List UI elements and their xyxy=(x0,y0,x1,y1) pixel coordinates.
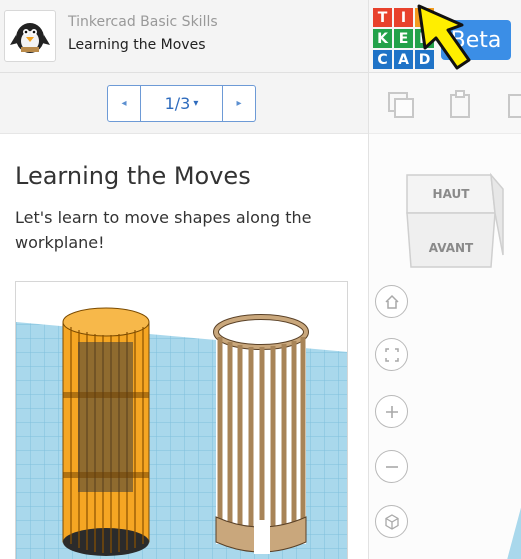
lesson-name: Learning the Moves xyxy=(68,37,206,53)
fit-view-button[interactable] xyxy=(375,338,408,371)
chevron-left-icon: ◂ xyxy=(121,98,127,109)
logo-letter: I xyxy=(394,8,413,27)
logo-letter: A xyxy=(394,50,413,69)
duplicate-icon[interactable] xyxy=(501,85,521,125)
caret-down-icon: ▾ xyxy=(193,98,199,109)
view-cube-top-label: HAUT xyxy=(433,187,471,201)
zoom-out-icon xyxy=(385,465,398,468)
step-selector[interactable]: 1/3 ▾ xyxy=(141,86,222,121)
logo-letter: T xyxy=(373,8,392,27)
home-view-button[interactable] xyxy=(375,285,408,318)
previous-step-button[interactable]: ◂ xyxy=(108,86,141,121)
content-title: Learning the Moves xyxy=(15,162,251,190)
step-indicator: 1/3 xyxy=(164,94,191,113)
paste-icon[interactable] xyxy=(441,85,481,125)
workplane-edge xyxy=(507,507,521,559)
fit-view-icon xyxy=(384,347,399,362)
zoom-in-icon xyxy=(385,405,398,418)
lesson-panel: Tinkercad Basic Skills Learning the Move… xyxy=(0,0,368,559)
zoom-in-button[interactable] xyxy=(375,395,408,428)
course-avatar[interactable] xyxy=(4,10,56,62)
logo-letter: E xyxy=(394,29,413,48)
chevron-right-icon: ▸ xyxy=(236,98,242,109)
copy-icon[interactable] xyxy=(381,85,421,125)
view-cube[interactable]: HAUT AVANT xyxy=(399,165,509,275)
course-title: Tinkercad Basic Skills xyxy=(68,14,218,30)
penguin-icon xyxy=(10,23,50,53)
logo-letter: K xyxy=(373,29,392,48)
lesson-illustration xyxy=(15,281,348,559)
models-on-workplane-image xyxy=(16,282,347,559)
home-icon xyxy=(384,294,399,309)
next-step-button[interactable]: ▸ xyxy=(222,86,255,121)
view-cube-front-label: AVANT xyxy=(429,241,474,255)
brown-cylinder-model xyxy=(213,314,309,554)
editor-panel: TINKERCAD Beta HAUT AVANT xyxy=(368,0,521,559)
lesson-header: Tinkercad Basic Skills Learning the Move… xyxy=(0,0,368,73)
content-description: Let's learn to move shapes along the wor… xyxy=(15,208,312,252)
editor-top-bar: TINKERCAD Beta xyxy=(369,0,521,73)
perspective-icon xyxy=(384,513,399,530)
zoom-out-button[interactable] xyxy=(375,450,408,483)
editor-toolbar xyxy=(369,73,521,134)
perspective-button[interactable] xyxy=(375,505,408,538)
orange-cylinder-model xyxy=(62,307,150,556)
logo-letter: C xyxy=(373,50,392,69)
pager-bar: ◂ 1/3 ▾ ▸ xyxy=(0,73,368,134)
step-pager: ◂ 1/3 ▾ ▸ xyxy=(107,85,256,122)
